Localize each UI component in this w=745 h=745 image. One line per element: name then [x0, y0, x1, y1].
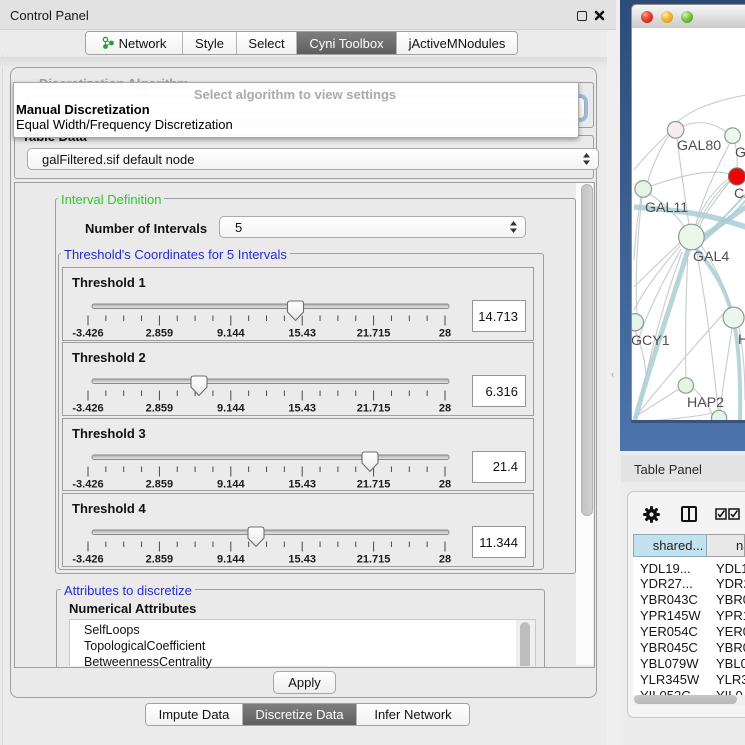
- svg-text:-3.426: -3.426: [72, 554, 103, 566]
- svg-text:21.715: 21.715: [357, 554, 391, 566]
- svg-text:CA: CA: [734, 186, 745, 202]
- svg-text:15.43: 15.43: [288, 554, 316, 566]
- svg-text:HAP2: HAP2: [687, 395, 724, 411]
- svg-text:15.43: 15.43: [288, 328, 316, 340]
- svg-text:28: 28: [439, 554, 451, 566]
- svg-text:2.859: 2.859: [146, 403, 174, 415]
- svg-text:28: 28: [439, 403, 451, 415]
- svg-text:GAL11: GAL11: [645, 200, 688, 216]
- svg-text:28: 28: [439, 478, 451, 490]
- svg-text:-3.426: -3.426: [72, 328, 103, 340]
- svg-text:28: 28: [439, 328, 451, 340]
- svg-text:-3.426: -3.426: [72, 403, 103, 415]
- svg-text:21.715: 21.715: [357, 403, 391, 415]
- svg-text:GAL4: GAL4: [693, 249, 729, 265]
- svg-text:21.715: 21.715: [357, 328, 391, 340]
- svg-text:2.859: 2.859: [146, 478, 174, 490]
- svg-text:9.144: 9.144: [217, 478, 245, 490]
- svg-text:GA: GA: [735, 145, 745, 161]
- svg-text:21.715: 21.715: [357, 478, 391, 490]
- svg-text:GCY1: GCY1: [632, 333, 670, 349]
- svg-text:HA: HA: [738, 332, 745, 348]
- svg-text:-3.426: -3.426: [72, 478, 103, 490]
- svg-text:GAL80: GAL80: [677, 138, 721, 154]
- svg-text:15.43: 15.43: [288, 478, 316, 490]
- svg-text:2.859: 2.859: [146, 554, 174, 566]
- svg-text:9.144: 9.144: [217, 554, 245, 566]
- svg-text:2.859: 2.859: [146, 328, 174, 340]
- svg-text:15.43: 15.43: [288, 403, 316, 415]
- svg-text:9.144: 9.144: [217, 328, 245, 340]
- svg-text:9.144: 9.144: [217, 403, 245, 415]
